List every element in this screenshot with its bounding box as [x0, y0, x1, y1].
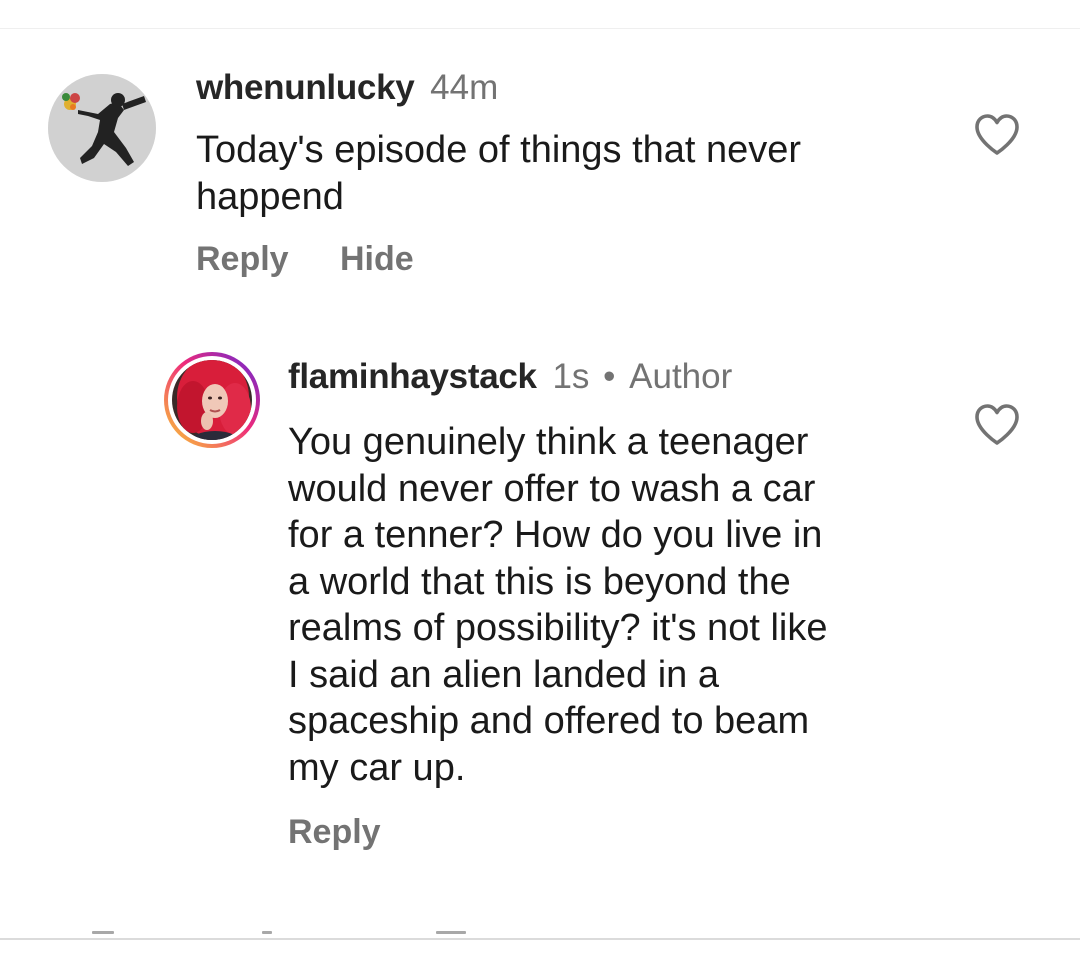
- comments-screen: whenunlucky 44m Today's episode of thing…: [0, 0, 1080, 960]
- heart-outline-icon: [975, 404, 1019, 445]
- comment-header: whenunlucky 44m: [196, 68, 498, 108]
- top-divider: [0, 28, 1080, 29]
- timestamp: 1s: [552, 357, 590, 396]
- avatar[interactable]: [48, 74, 156, 182]
- reply-button[interactable]: Reply: [288, 812, 381, 852]
- next-item-peek: [92, 931, 114, 934]
- username[interactable]: flaminhaystack: [288, 357, 537, 396]
- next-item-peek: [436, 931, 466, 934]
- story-avatar[interactable]: [163, 351, 261, 449]
- next-item-peek: [262, 931, 272, 934]
- banksy-flower-thrower-icon: [48, 74, 156, 182]
- like-button[interactable]: [972, 110, 1022, 160]
- red-hair-portrait-icon: [164, 352, 260, 448]
- hide-button[interactable]: Hide: [340, 239, 414, 279]
- comment-header: flaminhaystack 1s • Author: [288, 357, 732, 397]
- heart-outline-icon: [975, 114, 1019, 155]
- author-badge: Author: [629, 357, 733, 396]
- timestamp: 44m: [430, 68, 499, 107]
- separator-dot: •: [603, 357, 616, 396]
- like-button[interactable]: [972, 400, 1022, 450]
- username[interactable]: whenunlucky: [196, 68, 415, 107]
- reply-button[interactable]: Reply: [196, 239, 289, 279]
- bottom-divider: [0, 938, 1080, 940]
- comment-text: Today's episode of things that never hap…: [196, 129, 802, 218]
- comment-text: You genuinely think a teenager would nev…: [288, 421, 828, 789]
